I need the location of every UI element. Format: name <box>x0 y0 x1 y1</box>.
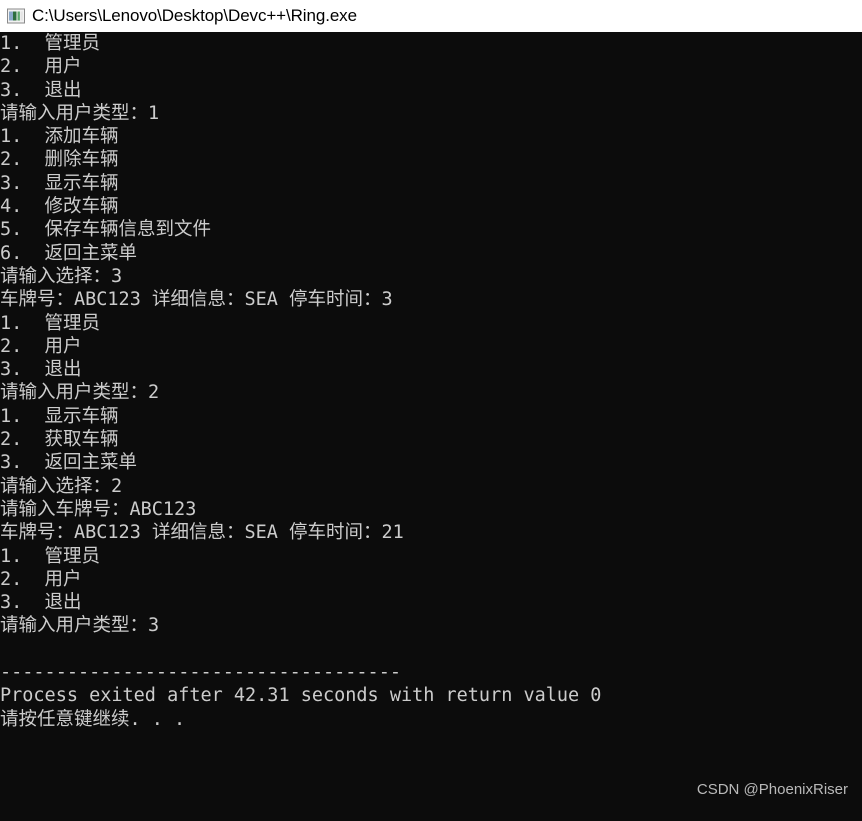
console-line: 请输入车牌号：ABC123 <box>0 498 197 520</box>
console-line: 5. 保存车辆信息到文件 <box>0 219 212 241</box>
csdn-watermark: CSDN @PhoenixRiser <box>696 781 848 798</box>
console-line: 1. 管理员 <box>0 33 101 54</box>
console-line: 6. 返回主菜单 <box>0 242 138 264</box>
console-line: 2. 用户 <box>0 568 82 590</box>
console-line: 请输入用户类型：2 <box>0 382 160 404</box>
console-line: 请按任意键继续. . . <box>0 708 186 730</box>
console-line: 3. 退出 <box>0 592 82 614</box>
console-line: 请输入用户类型：3 <box>0 615 160 637</box>
console-line: 1. 显示车辆 <box>0 405 119 427</box>
console-line: 4. 修改车辆 <box>0 196 119 218</box>
console-line: 1. 管理员 <box>0 312 101 334</box>
console-line: 1. 添加车辆 <box>0 126 119 148</box>
console-line: Process exited after 42.31 seconds with … <box>0 685 602 707</box>
console-line: 3. 退出 <box>0 359 82 381</box>
console-line: 2. 获取车辆 <box>0 429 119 451</box>
window-title: C:\Users\Lenovo\Desktop\Devc++\Ring.exe <box>32 6 357 25</box>
console-line: 1. 管理员 <box>0 545 101 567</box>
console-line: 3. 返回主菜单 <box>0 452 138 474</box>
console-line: 3. 显示车辆 <box>0 172 119 194</box>
console-line: 请输入用户类型：1 <box>0 102 160 124</box>
console-line: 2. 删除车辆 <box>0 149 119 171</box>
console-window-icon <box>7 8 25 24</box>
console-line: 2. 用户 <box>0 335 82 357</box>
console-window: C:\Users\Lenovo\Desktop\Devc++\Ring.exe … <box>0 0 862 821</box>
console-line: 2. 用户 <box>0 56 82 78</box>
console-output-surface[interactable]: 1. 管理员 2. 用户 3. 退出 请输入用户类型：1 1. 添加车辆 2. 删除车辆 3… <box>0 32 862 821</box>
console-line: 请输入选择：3 <box>0 265 123 287</box>
console-line: ------------------------------------ <box>0 662 401 684</box>
title-bar[interactable]: C:\Users\Lenovo\Desktop\Devc++\Ring.exe <box>0 0 862 32</box>
console-line: 3. 退出 <box>0 79 82 101</box>
console-line: 请输入选择：2 <box>0 475 123 497</box>
console-line: 车牌号：ABC123 详细信息：SEA 停车时间：21 <box>0 522 404 544</box>
console-line: 车牌号：ABC123 详细信息：SEA 停车时间：3 <box>0 289 393 311</box>
console-output: 1. 管理员 2. 用户 3. 退出 请输入用户类型：1 1. 添加车辆 2. 删除车辆 3… <box>0 32 601 731</box>
